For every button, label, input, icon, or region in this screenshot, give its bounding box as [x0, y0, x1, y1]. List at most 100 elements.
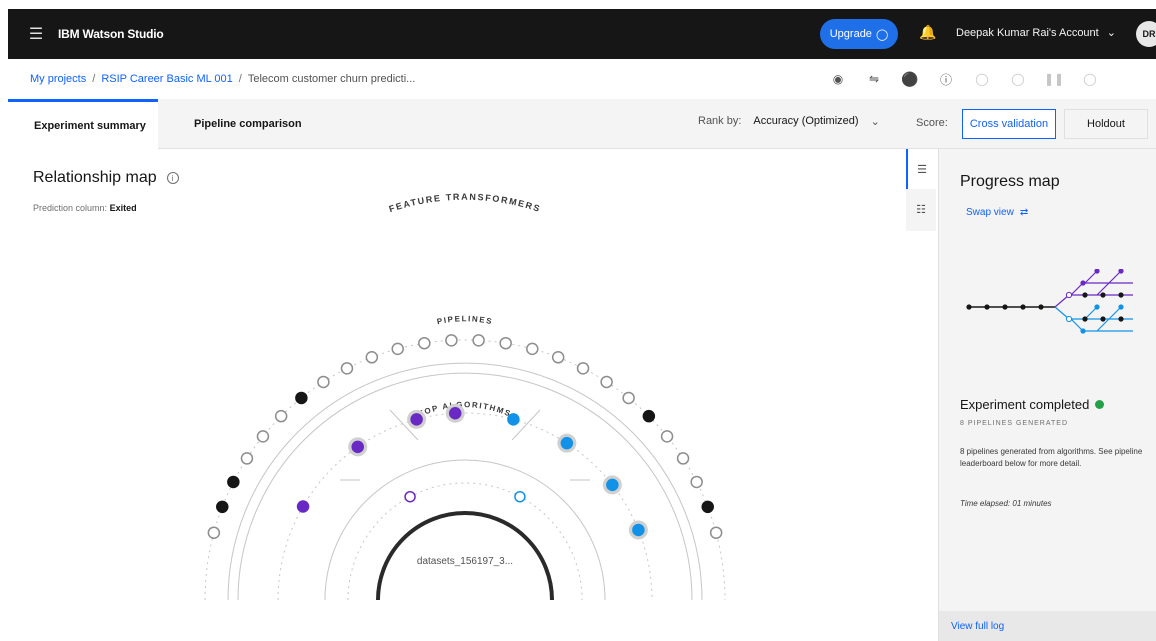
- feature-transformer-node[interactable]: [365, 351, 379, 364]
- rank-by-label: Rank by:: [698, 115, 742, 127]
- progress-node-purple: [1080, 280, 1086, 286]
- progress-node: [984, 304, 990, 310]
- feature-transformer-node[interactable]: [642, 409, 656, 423]
- feature-transformer-node[interactable]: [701, 500, 714, 514]
- progress-node: [1118, 292, 1124, 298]
- feature-transformer-node[interactable]: [317, 375, 330, 389]
- rank-by-value: Accuracy (Optimized): [753, 115, 859, 127]
- avatar[interactable]: DR: [1136, 21, 1156, 47]
- list-view-icon[interactable]: ☷: [906, 189, 936, 229]
- progress-node-blue: [1065, 315, 1073, 323]
- feature-transformer-node[interactable]: [295, 391, 308, 405]
- experiment-status: Experiment completed: [960, 397, 1105, 412]
- upgrade-icon: ◯: [875, 28, 889, 41]
- notification-bell-icon[interactable]: 🔔: [918, 24, 938, 44]
- feature-transformer-node[interactable]: [274, 409, 288, 423]
- swap-view-link[interactable]: Swap view ⇄: [966, 207, 1028, 218]
- breadcrumb-separator: /: [238, 73, 242, 85]
- progress-map-title: Progress map: [960, 173, 1060, 190]
- breadcrumb-current: Telecom customer churn predicti...: [247, 73, 416, 85]
- tab-experiment-summary[interactable]: Experiment summary: [8, 99, 158, 149]
- notebook-icon[interactable]: ◯: [1000, 69, 1036, 89]
- progress-node: [1038, 304, 1044, 310]
- feature-transformer-nodes: [207, 334, 723, 539]
- pipeline-node[interactable]: [606, 478, 619, 492]
- dataset-label[interactable]: datasets_156197_3...: [417, 556, 513, 567]
- tabs-bar: Experiment summary Pipeline comparison R…: [8, 99, 1156, 149]
- feature-transformer-node[interactable]: [227, 475, 240, 489]
- pipeline-node[interactable]: [448, 407, 462, 420]
- pipeline-node[interactable]: [296, 500, 310, 513]
- feature-transformer-node[interactable]: [576, 362, 590, 375]
- pipeline-node[interactable]: [560, 436, 574, 450]
- progress-node: [1100, 316, 1106, 322]
- feature-transformer-node[interactable]: [445, 334, 458, 347]
- settings-sliders-icon[interactable]: ⇋: [856, 69, 892, 89]
- progress-node-purple: [1065, 291, 1073, 299]
- stop-icon[interactable]: ◯: [1072, 69, 1108, 89]
- feature-transformer-node[interactable]: [207, 526, 221, 539]
- progress-node: [1118, 316, 1124, 322]
- account-label: Deepak Kumar Rai's Account: [956, 26, 1099, 39]
- feature-transformer-node[interactable]: [240, 452, 254, 465]
- feature-transformer-node[interactable]: [526, 342, 539, 356]
- cross-validation-button[interactable]: Cross validation: [962, 109, 1056, 139]
- account-switcher[interactable]: Deepak Kumar Rai's Account ⌄: [956, 26, 1116, 40]
- swap-icon: ⇄: [1019, 207, 1029, 218]
- breadcrumb-my-projects[interactable]: My projects: [30, 73, 86, 85]
- save-icon[interactable]: ◯: [964, 69, 1000, 89]
- prediction-column-value: Exited: [109, 203, 137, 213]
- feature-transformer-node[interactable]: [472, 334, 485, 347]
- upgrade-label: Upgrade: [829, 28, 872, 40]
- prediction-column-label: Prediction column:: [33, 203, 108, 213]
- feature-transformer-node[interactable]: [709, 526, 723, 539]
- chevron-down-icon: ⌄: [1106, 27, 1116, 39]
- prediction-column: Prediction column: Exited: [33, 203, 137, 213]
- hamburger-menu-icon[interactable]: ☰: [22, 24, 50, 44]
- algorithm-node[interactable]: [404, 490, 416, 503]
- algorithm-nodes: [404, 490, 526, 503]
- pipeline-node[interactable]: [351, 440, 364, 454]
- rank-by-control[interactable]: Rank by: Accuracy (Optimized) ⌄: [698, 115, 880, 128]
- run-status-icon[interactable]: ⚫: [892, 69, 928, 89]
- feature-transformer-node[interactable]: [676, 452, 690, 465]
- progress-node: [966, 304, 972, 310]
- progress-purple-branches: [1054, 270, 1133, 308]
- feature-transformer-node[interactable]: [660, 430, 674, 443]
- algorithm-node[interactable]: [514, 490, 526, 503]
- upgrade-button[interactable]: Upgrade ◯: [820, 19, 898, 49]
- breadcrumb-separator: /: [92, 73, 96, 85]
- app-name[interactable]: IBM Watson Studio: [58, 27, 164, 41]
- relationship-map-title: Relationship map: [33, 169, 157, 186]
- feature-transformer-node[interactable]: [551, 351, 565, 364]
- experiment-status-text: Experiment completed: [960, 397, 1090, 412]
- breadcrumb-project[interactable]: RSIP Career Basic ML 001: [101, 73, 232, 85]
- progress-node: [1082, 316, 1088, 322]
- pipeline-node[interactable]: [507, 413, 520, 426]
- progress-node-blue: [1080, 328, 1086, 334]
- time-elapsed: Time elapsed: 01 minutes: [960, 499, 1052, 508]
- view-full-log-link[interactable]: View full log: [939, 611, 1156, 641]
- pause-icon[interactable]: ❚❚: [1036, 69, 1072, 89]
- holdout-button[interactable]: Holdout: [1064, 109, 1148, 139]
- progress-node: [1002, 304, 1008, 310]
- feature-transformer-node[interactable]: [690, 475, 703, 489]
- chevron-down-icon: ⌄: [870, 116, 880, 128]
- progress-map-toggle-icon[interactable]: ☰: [906, 149, 936, 189]
- pipelines-generated-count: 8 PIPELINES GENERATED: [960, 420, 1069, 427]
- pipeline-node[interactable]: [632, 523, 645, 537]
- feature-transformer-node[interactable]: [600, 375, 613, 389]
- feature-transformer-node[interactable]: [340, 362, 354, 375]
- feature-transformer-node[interactable]: [256, 430, 270, 443]
- side-rail: ☰ ☷: [906, 149, 936, 231]
- view-icon[interactable]: ◉: [820, 69, 856, 89]
- pipeline-node[interactable]: [410, 413, 423, 426]
- tab-pipeline-comparison[interactable]: Pipeline comparison: [194, 99, 302, 149]
- feature-transformer-node[interactable]: [391, 342, 404, 356]
- feature-transformer-node[interactable]: [499, 336, 512, 350]
- feature-transformer-node[interactable]: [418, 336, 431, 350]
- progress-node: [1082, 292, 1088, 298]
- feature-transformer-node[interactable]: [216, 500, 229, 514]
- info-circle-icon[interactable]: ⓘ: [928, 69, 964, 89]
- feature-transformer-node[interactable]: [622, 391, 635, 405]
